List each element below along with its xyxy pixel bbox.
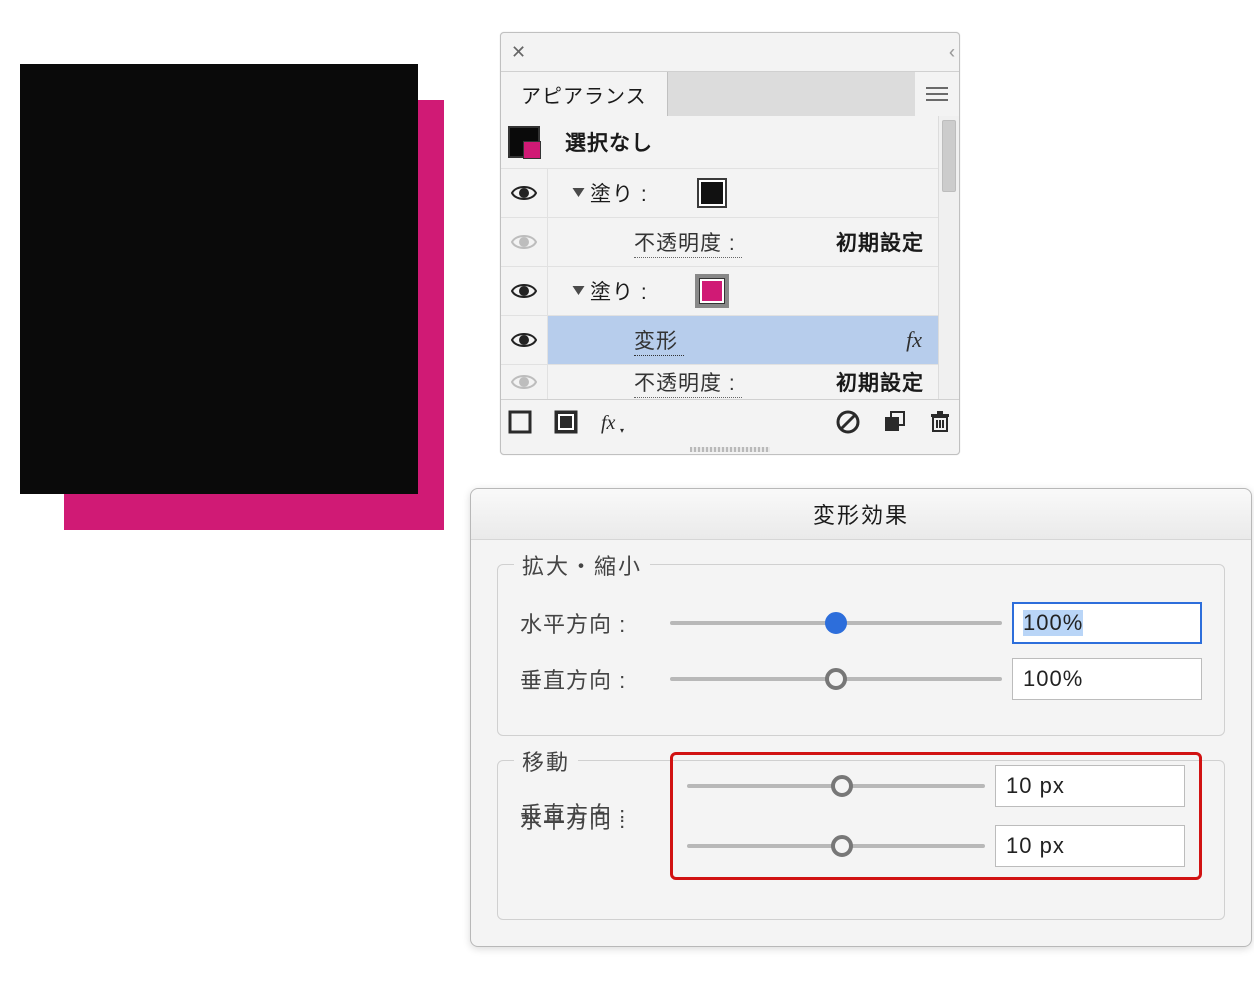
visibility-toggle[interactable] (501, 316, 548, 364)
hamburger-icon (926, 87, 948, 101)
opacity-label[interactable]: 不透明度 : (634, 367, 742, 398)
chevron-down-icon[interactable] (566, 286, 590, 296)
fill1-label: 塗り : (590, 178, 654, 208)
fill-row-2[interactable]: 塗り : (501, 266, 938, 315)
fx-badge[interactable]: fx (906, 327, 938, 353)
move-group-legend: 移動 (514, 745, 578, 777)
opacity-value: 初期設定 (836, 227, 938, 257)
slider-knob[interactable] (825, 668, 847, 690)
fill2-opacity-row[interactable]: 不透明度 : 初期設定 (501, 364, 938, 399)
transform-effect-row[interactable]: 変形 fx (501, 315, 938, 364)
scale-h-slider[interactable] (670, 621, 1002, 625)
fill2-label: 塗り : (590, 276, 654, 306)
svg-text:fx: fx (601, 412, 616, 434)
move-group: 移動 水平方向 : 10 px 10 px 垂直方向 (497, 760, 1225, 920)
eye-icon (511, 184, 537, 202)
front-rect (20, 64, 418, 494)
move-v-slider[interactable] (687, 844, 985, 848)
add-effect-button[interactable]: fx ▾ (597, 407, 627, 437)
visibility-toggle[interactable] (501, 169, 548, 217)
opacity-label[interactable]: 不透明度 : (634, 227, 742, 258)
scale-v-label: 垂直方向 : (520, 663, 660, 695)
panel-titlebar[interactable]: ✕ ‹‹ (501, 33, 959, 72)
svg-text:▾: ▾ (620, 426, 624, 435)
add-fill-button[interactable] (551, 407, 581, 437)
clear-appearance-button[interactable] (833, 407, 863, 437)
panel-menu-button[interactable] (915, 72, 959, 116)
tab-label: アピアランス (521, 80, 647, 109)
visibility-toggle[interactable] (501, 267, 548, 315)
scale-group-legend: 拡大・縮小 (514, 549, 650, 581)
scale-h-label: 水平方向 : (520, 607, 660, 639)
dialog-title: 変形効果 (471, 489, 1251, 540)
visibility-toggle[interactable] (501, 365, 548, 399)
add-stroke-button[interactable] (505, 407, 535, 437)
move-values-callout: 10 px 10 px (670, 752, 1202, 880)
panel-tabs: アピアランス (501, 72, 959, 116)
move-v-input[interactable]: 10 px (995, 825, 1185, 867)
eye-icon (511, 282, 537, 300)
eye-icon (511, 331, 537, 349)
slider-knob[interactable] (831, 775, 853, 797)
move-h-input[interactable]: 10 px (995, 765, 1185, 807)
move-h-slider[interactable] (687, 784, 985, 788)
slider-knob[interactable] (825, 612, 847, 634)
chevron-down-icon[interactable] (566, 188, 590, 198)
duplicate-item-button[interactable] (879, 407, 909, 437)
move-h-label: 水平方向 : (520, 803, 660, 835)
panel-resize-handle[interactable] (501, 444, 959, 454)
scale-v-input[interactable]: 100% (1012, 658, 1202, 700)
slider-knob[interactable] (831, 835, 853, 857)
move-horizontal-row: 水平方向 : 10 px 10 px (520, 791, 1202, 847)
eye-icon (511, 233, 537, 251)
transform-label[interactable]: 変形 (634, 325, 684, 356)
eye-icon (511, 373, 537, 391)
selection-header-row: 選択なし (501, 116, 938, 168)
fill2-swatch[interactable] (694, 278, 730, 304)
selection-header-label: 選択なし (565, 127, 659, 157)
scale-v-slider[interactable] (670, 677, 1002, 681)
appearance-panel: ✕ ‹‹ アピアランス 選択なし (500, 32, 960, 455)
close-icon[interactable]: ✕ (511, 42, 526, 63)
scale-horizontal-row: 水平方向 : 100% (520, 595, 1202, 651)
transform-effect-dialog: 変形効果 拡大・縮小 水平方向 : 100% 垂直方向 : 100% 移動 水平… (470, 488, 1252, 947)
fill1-swatch[interactable] (694, 178, 730, 208)
scrollbar[interactable] (938, 116, 959, 399)
appearance-list: 選択なし 塗り : (501, 116, 938, 399)
tab-appearance[interactable]: アピアランス (501, 72, 668, 116)
selection-thumb-icon (508, 126, 540, 158)
scale-vertical-row: 垂直方向 : 100% (520, 651, 1202, 707)
fill-row-1[interactable]: 塗り : (501, 168, 938, 217)
scale-h-input[interactable]: 100% (1012, 602, 1202, 644)
visibility-toggle[interactable] (501, 218, 548, 266)
fill1-opacity-row[interactable]: 不透明度 : 初期設定 (501, 217, 938, 266)
delete-item-button[interactable] (925, 407, 955, 437)
opacity-value: 初期設定 (836, 367, 938, 397)
scale-group: 拡大・縮小 水平方向 : 100% 垂直方向 : 100% (497, 564, 1225, 736)
scroll-thumb[interactable] (942, 120, 956, 192)
panel-footer: fx ▾ (501, 399, 959, 444)
